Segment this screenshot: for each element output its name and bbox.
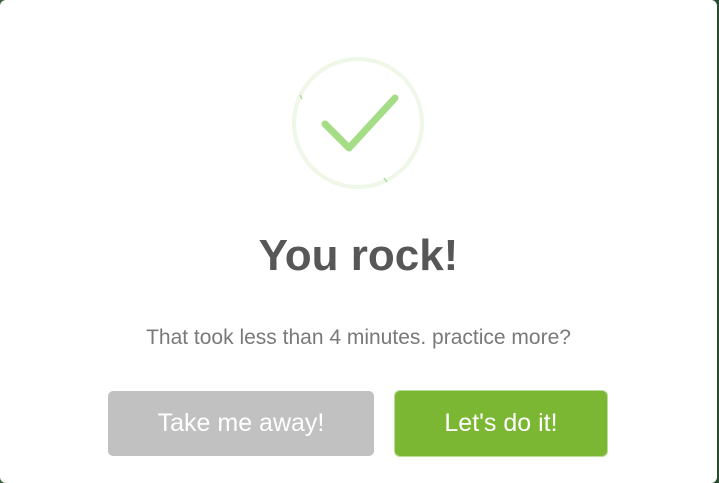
dialog-title: You rock!: [258, 231, 459, 280]
dialog-message: That took less than 4 minutes. practice …: [146, 326, 571, 349]
success-checkmark-icon: [291, 56, 425, 190]
success-dialog: You rock! That took less than 4 minutes.…: [0, 0, 717, 483]
cancel-button[interactable]: Take me away!: [108, 391, 374, 456]
confirm-button[interactable]: Let's do it!: [395, 391, 607, 456]
